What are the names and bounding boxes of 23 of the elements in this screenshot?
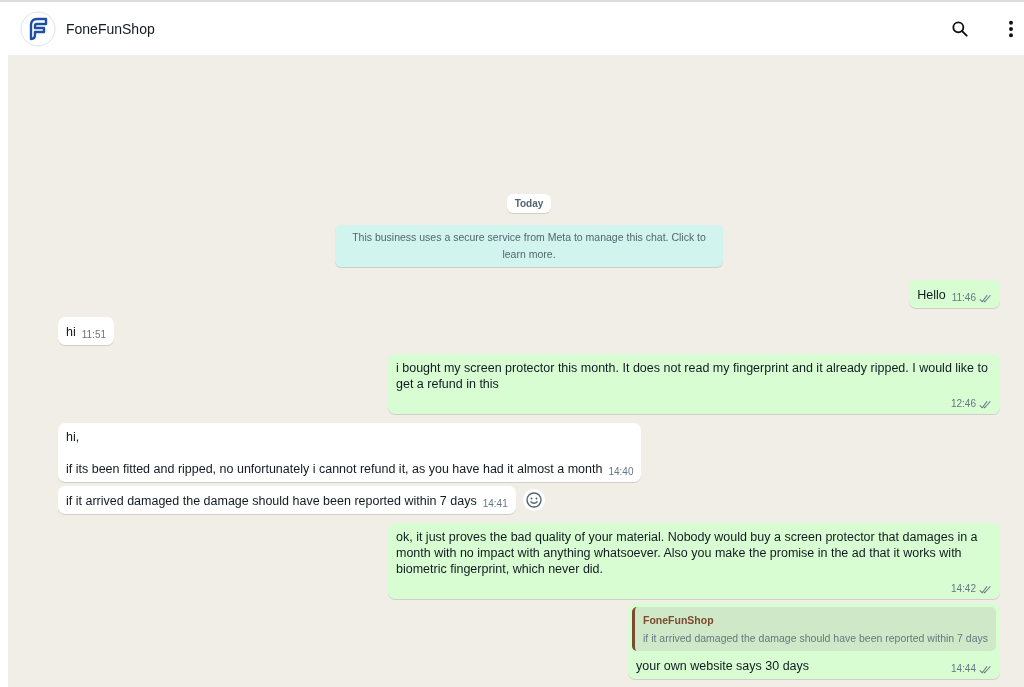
quote-text: if it arrived damaged the damage should have been reported within 7 days xyxy=(643,631,988,646)
date-chip: Today xyxy=(506,194,552,213)
business-notice[interactable]: This business uses a secure service from Meta to manage this chat. Click to learn more. xyxy=(335,225,723,267)
message-time: 11:46 xyxy=(951,291,976,305)
message-time: 14:40 xyxy=(608,465,634,479)
emoji-reaction-icon[interactable] xyxy=(521,488,546,512)
message-time: 14:44 xyxy=(950,662,976,676)
logo-icon xyxy=(20,10,56,47)
message-text: i bought my screen protector this month. It does not read my fingerprint and it already ripped. I would like to get a refund in this xyxy=(396,360,989,392)
message-time: 11:51 xyxy=(81,328,107,342)
message-text: ok, it just proves the bad quality of your material. Nobody would buy a screen protector that damages in a month with no impact with anything whatsoever. Also you make the promise in the ad that it works with biometric fingerprint, which never did. xyxy=(396,529,979,577)
message-text: your own website says 30 days xyxy=(636,658,810,674)
message-text: Hello xyxy=(917,287,946,303)
message-time: 14:41 xyxy=(482,497,508,511)
menu-icon[interactable] xyxy=(1008,19,1014,38)
contact-name: FoneFunShop xyxy=(66,20,155,37)
quote-author: FoneFunShop xyxy=(643,613,715,628)
quoted-message[interactable]: FoneFunShop if it arrived damaged the damage should have been reported within 7 days xyxy=(632,607,996,651)
search-icon[interactable] xyxy=(950,18,970,39)
message-time: 12:46 xyxy=(950,397,976,411)
message-text: if it arrived damaged the damage should have been reported within 7 days xyxy=(66,493,477,509)
message-time: 14:42 xyxy=(950,582,976,596)
message-text: hi xyxy=(66,324,76,340)
